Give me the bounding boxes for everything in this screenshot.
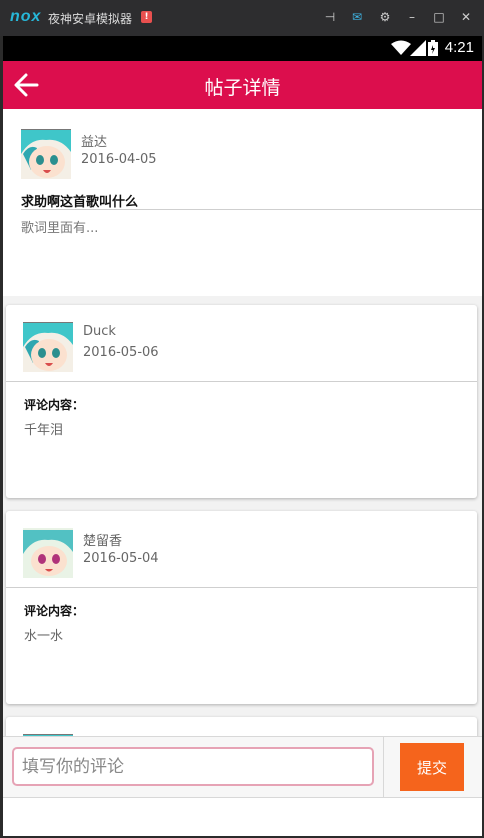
minimize-icon[interactable]: – — [404, 9, 420, 25]
divider — [383, 737, 384, 797]
comment-label: 评论内容： — [24, 604, 85, 618]
avatar[interactable] — [23, 528, 73, 578]
post-date: 2016-04-05 — [81, 152, 157, 167]
comment-date: 2016-05-04 — [83, 551, 159, 566]
avatar-image — [21, 130, 71, 179]
post-detail-content[interactable]: 益达 2016-04-05 求助啊这首歌叫什么 歌词里面有... Duck 20… — [3, 109, 482, 736]
close-icon[interactable]: ✕ — [458, 9, 474, 25]
avatar[interactable] — [21, 129, 71, 179]
comment-author: 楚留香 — [83, 534, 123, 549]
emulator-logo: nox — [10, 8, 42, 25]
emulator-title-bar: nox 夜神安卓模拟器 ! ⊣ ✉ ⚙ – □ ✕ — [0, 0, 484, 36]
post-title: 求助啊这首歌叫什么 — [21, 195, 139, 210]
comment-card: 楚留香 2016-05-04 评论内容： 水一水 — [6, 511, 477, 704]
battery-icon — [428, 40, 438, 56]
avatar-image — [23, 528, 73, 578]
post-body: 歌词里面有... — [21, 221, 99, 236]
avatar[interactable] — [23, 322, 73, 372]
divider — [21, 209, 482, 210]
page-title: 帖子详情 — [204, 77, 281, 99]
comment-text: 水一水 — [24, 629, 64, 644]
comment-composer: 提交 — [3, 736, 482, 798]
post-author: 益达 — [81, 135, 108, 150]
divider — [6, 381, 477, 382]
alert-badge[interactable]: ! — [141, 11, 152, 23]
comment-card: Duck 2016-05-06 评论内容： 千年泪 — [6, 305, 477, 498]
comment-text: 千年泪 — [24, 423, 64, 438]
wifi-icon — [391, 40, 411, 55]
status-time: 4:21 — [444, 39, 474, 56]
signal-icon — [410, 40, 426, 56]
device-screen: 4:21 帖子详情 益达 2016-04-05 求助啊这首歌叫什么 歌词里面有.… — [3, 36, 482, 836]
comment-card — [6, 717, 477, 736]
comment-label: 评论内容： — [24, 398, 85, 412]
comment-input[interactable] — [12, 747, 374, 786]
status-bar: 4:21 — [3, 36, 482, 61]
bottom-area — [3, 798, 482, 836]
submit-button[interactable]: 提交 — [400, 743, 464, 791]
pin-icon[interactable]: ⊣ — [322, 9, 338, 25]
divider — [6, 587, 477, 588]
comment-date: 2016-05-06 — [83, 345, 159, 360]
comment-author: Duck — [83, 324, 116, 339]
mail-icon[interactable]: ✉ — [349, 9, 365, 25]
app-bar: 帖子详情 — [3, 61, 482, 109]
emulator-title: 夜神安卓模拟器 — [48, 12, 133, 26]
settings-icon[interactable]: ⚙ — [377, 9, 393, 25]
avatar-image — [23, 323, 73, 372]
post-header: 益达 2016-04-05 求助啊这首歌叫什么 歌词里面有... — [3, 109, 482, 296]
maximize-icon[interactable]: □ — [431, 9, 447, 25]
